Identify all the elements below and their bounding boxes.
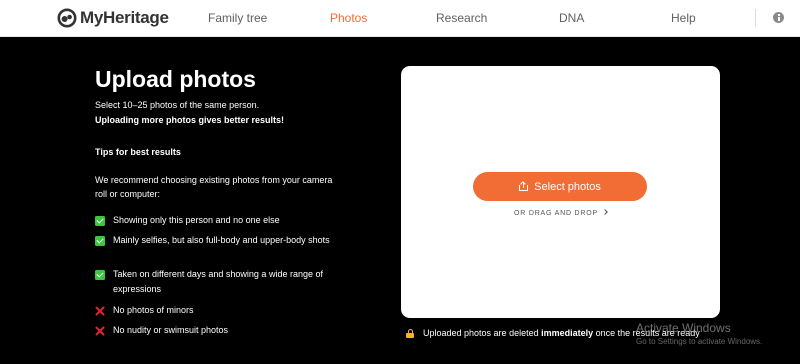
tip-text: No nudity or swimsuit photos bbox=[113, 325, 229, 335]
lock-icon bbox=[406, 328, 414, 338]
drag-and-drop-link[interactable]: OR DRAG AND DROP bbox=[401, 209, 720, 217]
notice-text-before: Uploaded photos are deleted bbox=[423, 328, 539, 338]
tip-item: Mainly selfies, but also full-body and u… bbox=[95, 233, 345, 248]
top-navigation-bar: MyHeritage Family tree Photos Research D… bbox=[0, 0, 800, 37]
nav-research[interactable]: Research bbox=[436, 11, 487, 25]
myheritage-logo-icon bbox=[57, 8, 77, 28]
cross-icon bbox=[95, 326, 105, 336]
windows-watermark-title: Activate Windows bbox=[636, 321, 731, 335]
info-icon[interactable] bbox=[773, 12, 784, 23]
check-icon bbox=[95, 216, 105, 226]
logo-text: MyHeritage bbox=[80, 8, 169, 27]
tips-recommendation: We recommend choosing existing photos fr… bbox=[95, 175, 333, 199]
tip-text: Showing only this person and no one else bbox=[113, 215, 280, 225]
select-photos-button[interactable]: Select photos bbox=[473, 172, 647, 201]
tip-item: Taken on different days and showing a wi… bbox=[95, 267, 345, 297]
nav-photos[interactable]: Photos bbox=[330, 11, 367, 25]
page-title: Upload photos bbox=[95, 66, 256, 92]
tip-item-dont: No nudity or swimsuit photos bbox=[95, 323, 345, 338]
select-photos-label: Select photos bbox=[534, 180, 601, 193]
header-divider bbox=[755, 9, 756, 27]
check-icon bbox=[95, 270, 105, 280]
notice-text-bold: immediately bbox=[541, 328, 594, 338]
upload-dropzone[interactable]: Select photos OR DRAG AND DROP bbox=[401, 66, 720, 318]
cross-icon bbox=[95, 306, 105, 316]
windows-watermark-subtitle: Go to Settings to activate Windows. bbox=[636, 337, 763, 346]
tip-item-dont: No photos of minors bbox=[95, 303, 345, 318]
check-icon bbox=[95, 236, 105, 246]
chevron-right-icon bbox=[602, 209, 608, 215]
subtitle-bold: Uploading more photos gives better resul… bbox=[95, 115, 285, 125]
tips-heading: Tips for best results bbox=[95, 147, 181, 157]
nav-family-tree[interactable]: Family tree bbox=[208, 11, 267, 25]
myheritage-logo[interactable]: MyHeritage bbox=[57, 8, 169, 28]
tip-text: Mainly selfies, but also full-body and u… bbox=[113, 235, 330, 245]
share-icon bbox=[519, 181, 529, 191]
drag-and-drop-label: OR DRAG AND DROP bbox=[514, 210, 598, 217]
nav-help[interactable]: Help bbox=[671, 11, 696, 25]
tip-item: Showing only this person and no one else bbox=[95, 213, 345, 228]
subtitle: Select 10–25 photos of the same person. bbox=[95, 100, 260, 110]
tip-text: No photos of minors bbox=[113, 305, 194, 315]
nav-dna[interactable]: DNA bbox=[559, 11, 584, 25]
tip-text: Taken on different days and showing a wi… bbox=[113, 269, 323, 294]
